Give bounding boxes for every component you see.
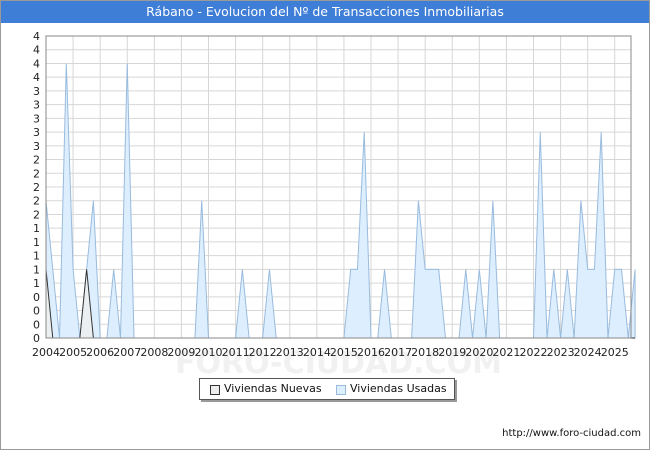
y-tick-label: 3: [33, 85, 40, 98]
y-tick-label: 0: [33, 305, 40, 318]
y-tick-label: 2: [33, 167, 40, 180]
legend-swatch-nuevas: [210, 385, 220, 395]
x-tick-label: 2017: [384, 346, 412, 359]
x-tick-label: 2008: [140, 346, 168, 359]
x-tick-label: 2007: [113, 346, 141, 359]
chart-frame: Rábano - Evolucion del Nº de Transaccion…: [0, 0, 650, 450]
y-tick-label: 2: [33, 181, 40, 194]
x-tick-label: 2023: [547, 346, 575, 359]
x-tick-label: 2006: [86, 346, 114, 359]
y-tick-label: 0: [33, 318, 40, 331]
legend-swatch-usadas: [336, 385, 346, 395]
y-tick-label: 4: [33, 44, 40, 57]
x-tick-label: 2014: [303, 346, 331, 359]
y-tick-label: 4: [33, 30, 40, 43]
x-tick-label: 2019: [438, 346, 466, 359]
y-tick-label: 1: [33, 277, 40, 290]
legend-label-usadas: Viviendas Usadas: [350, 382, 447, 395]
x-tick-label: 2012: [249, 346, 277, 359]
y-tick-label: 1: [33, 250, 40, 263]
x-tick-label: 2018: [411, 346, 439, 359]
x-tick-label: 2021: [492, 346, 520, 359]
y-tick-label: 1: [33, 263, 40, 276]
y-tick-label: 2: [33, 208, 40, 221]
x-tick-label: 2011: [222, 346, 250, 359]
x-tick-label: 2009: [167, 346, 195, 359]
y-tick-label: 3: [33, 126, 40, 139]
x-tick-label: 2024: [574, 346, 602, 359]
y-tick-label: 2: [33, 195, 40, 208]
x-tick-label: 2015: [330, 346, 358, 359]
x-tick-label: 2020: [465, 346, 493, 359]
x-tick-label: 2005: [59, 346, 87, 359]
chart-legend: Viviendas Nuevas Viviendas Usadas: [199, 378, 455, 400]
y-tick-label: 4: [33, 71, 40, 84]
y-tick-label: 1: [33, 222, 40, 235]
legend-item-nuevas: Viviendas Nuevas: [206, 382, 326, 396]
x-tick-label: 2022: [520, 346, 548, 359]
y-tick-label: 2: [33, 154, 40, 167]
footer-url[interactable]: http://www.foro-ciudad.com: [502, 428, 641, 439]
legend-label-nuevas: Viviendas Nuevas: [224, 382, 322, 395]
x-tick-label: 2010: [195, 346, 223, 359]
y-tick-label: 1: [33, 236, 40, 249]
x-tick-label: 2016: [357, 346, 385, 359]
y-tick-label: 3: [33, 112, 40, 125]
y-tick-label: 4: [33, 57, 40, 70]
y-tick-label: 0: [33, 332, 40, 345]
legend-item-usadas: Viviendas Usadas: [332, 382, 450, 396]
y-tick-label: 0: [33, 291, 40, 304]
x-tick-label: 2004: [32, 346, 60, 359]
x-tick-label: 2013: [276, 346, 304, 359]
x-tick-label: 2025: [601, 346, 629, 359]
y-tick-label: 3: [33, 99, 40, 112]
y-tick-label: 3: [33, 140, 40, 153]
